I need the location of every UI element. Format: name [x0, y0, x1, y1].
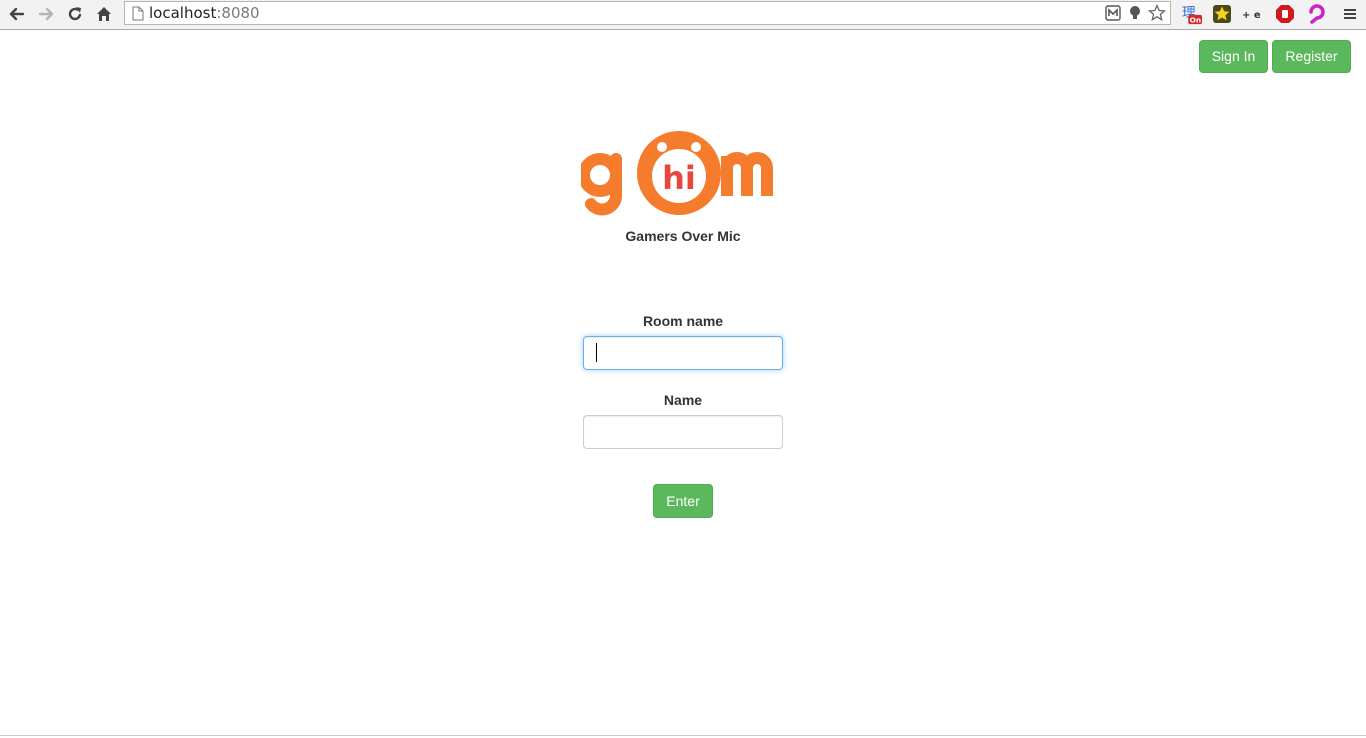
- translate-extension-icon[interactable]: 理 On: [1180, 3, 1202, 25]
- logo-bubble-text: hi: [662, 159, 696, 197]
- pocket-extension-icon[interactable]: [1306, 3, 1328, 25]
- home-icon: [97, 7, 111, 21]
- page-icon: [132, 6, 144, 21]
- star-extension-icon[interactable]: [1211, 3, 1233, 25]
- forward-button[interactable]: [35, 3, 57, 25]
- svg-text:+ e: + e: [1242, 10, 1261, 21]
- menu-icon[interactable]: [1339, 3, 1361, 25]
- room-name-input[interactable]: [583, 336, 783, 370]
- home-button[interactable]: [93, 3, 115, 25]
- adblock-extension-icon[interactable]: [1274, 3, 1296, 25]
- address-url[interactable]: localhost:8080: [149, 5, 260, 22]
- sign-in-button[interactable]: Sign In: [1199, 40, 1268, 73]
- gom-logo: hi: [581, 131, 773, 216]
- shield-extension-icon[interactable]: [1104, 4, 1122, 22]
- address-bar[interactable]: localhost:8080: [124, 1, 1171, 25]
- svg-text:On: On: [1190, 16, 1201, 25]
- reload-button[interactable]: [64, 3, 86, 25]
- text-caret: [596, 343, 597, 362]
- bookmark-star-icon[interactable]: [1148, 4, 1166, 22]
- arrow-left-icon: [9, 7, 25, 21]
- tagline: Gamers Over Mic: [625, 228, 741, 244]
- name-input[interactable]: [583, 415, 783, 449]
- url-host: localhost: [149, 4, 217, 22]
- tool-extension-icon[interactable]: + e: [1241, 3, 1263, 25]
- reload-icon: [68, 7, 82, 21]
- arrow-right-icon: [38, 7, 54, 21]
- room-name-label: Room name: [642, 313, 724, 329]
- enter-button[interactable]: Enter: [653, 484, 713, 518]
- lightbulb-icon[interactable]: [1126, 4, 1144, 22]
- url-port: :8080: [216, 4, 260, 22]
- back-button[interactable]: [6, 3, 28, 25]
- register-button[interactable]: Register: [1272, 40, 1351, 73]
- name-label: Name: [663, 392, 703, 408]
- browser-toolbar: localhost:8080 理 On + e: [0, 0, 1366, 30]
